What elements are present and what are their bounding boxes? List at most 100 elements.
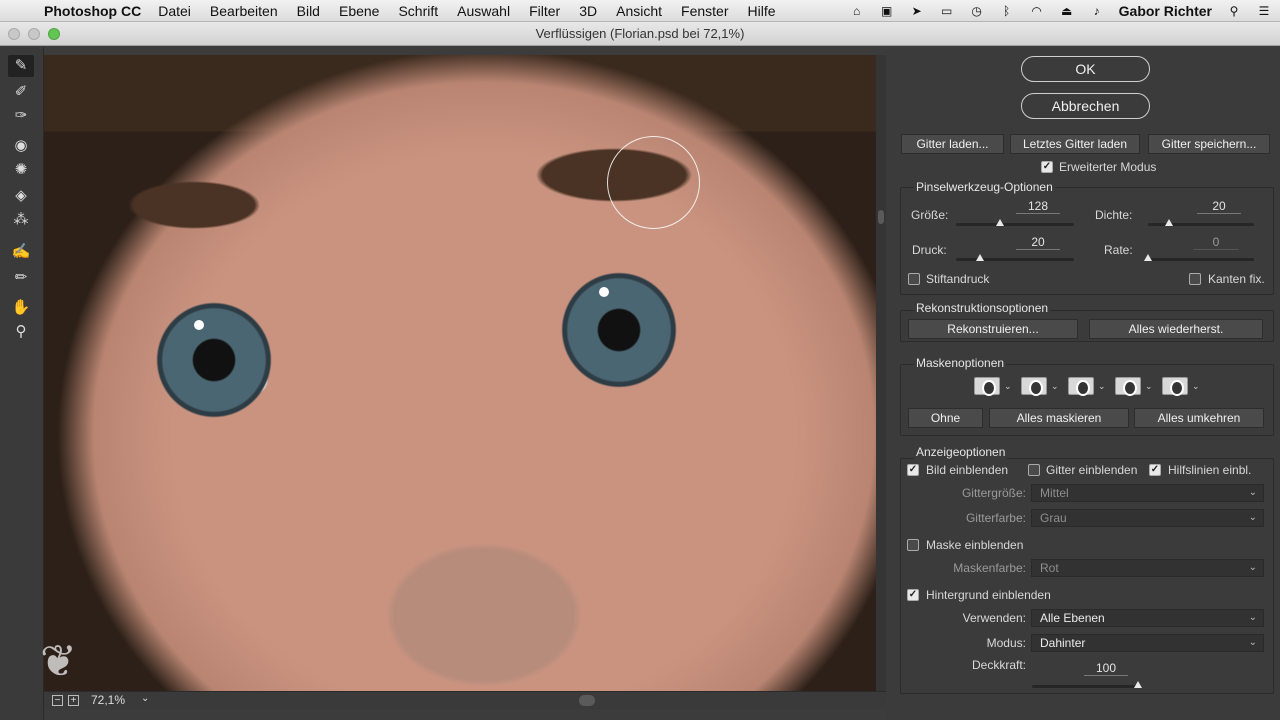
rate-value[interactable]: 0: [1194, 235, 1238, 250]
menu-schrift[interactable]: Schrift: [398, 3, 438, 19]
show-image-checkbox[interactable]: ✓: [907, 464, 919, 476]
chevron-down-icon[interactable]: ⌄: [1004, 381, 1012, 392]
menu-ansicht[interactable]: Ansicht: [616, 3, 662, 19]
menu-ebene[interactable]: Ebene: [339, 3, 379, 19]
eject-icon[interactable]: ⏏: [1059, 4, 1075, 18]
home-icon[interactable]: ⌂: [849, 4, 865, 18]
density-slider-knob[interactable]: [1165, 219, 1174, 226]
rate-slider[interactable]: [1144, 254, 1254, 261]
size-value[interactable]: 128: [1016, 199, 1060, 214]
rate-slider-knob[interactable]: [1144, 254, 1152, 261]
time-machine-icon[interactable]: ◷: [969, 4, 985, 18]
load-last-mesh-button[interactable]: Letztes Gitter laden: [1010, 134, 1140, 154]
smooth-tool-icon[interactable]: ✑: [8, 105, 34, 127]
push-left-tool-icon[interactable]: ⁂: [8, 209, 34, 231]
ok-button[interactable]: OK: [1021, 56, 1150, 82]
density-slider[interactable]: [1148, 219, 1254, 226]
menu-filter[interactable]: Filter: [529, 3, 560, 19]
opacity-slider-knob[interactable]: [1134, 681, 1142, 688]
arrow-icon[interactable]: ➤: [909, 4, 925, 18]
mesh-color-select[interactable]: Grau ⌄: [1031, 509, 1264, 527]
menu-app-name[interactable]: Photoshop CC: [44, 3, 141, 19]
left-eye-image: [154, 300, 274, 420]
mask-color-label: Maskenfarbe:: [953, 561, 1026, 575]
mask-intersect-icon[interactable]: [1115, 377, 1141, 396]
zoom-in-icon[interactable]: +: [68, 695, 79, 706]
bluetooth-icon[interactable]: ᛒ: [999, 4, 1015, 18]
pin-edges-checkbox[interactable]: [1189, 273, 1201, 285]
hand-tool-icon[interactable]: ✋: [8, 297, 34, 319]
show-mesh-checkbox[interactable]: [1028, 464, 1040, 476]
mask-invert-icon[interactable]: [1162, 377, 1188, 396]
pressure-slider-knob[interactable]: [975, 254, 984, 261]
mode-select[interactable]: Dahinter ⌄: [1031, 634, 1264, 652]
mask-none-button[interactable]: Ohne: [908, 408, 983, 428]
mask-color-select[interactable]: Rot ⌄: [1031, 559, 1264, 577]
zoom-out-icon[interactable]: −: [52, 695, 63, 706]
minimize-window-icon[interactable]: [28, 28, 40, 40]
search-icon[interactable]: ⚲: [1226, 4, 1242, 18]
wifi-icon[interactable]: ◠: [1029, 4, 1045, 18]
close-window-icon[interactable]: [8, 28, 20, 40]
mesh-size-select[interactable]: Mittel ⌄: [1031, 484, 1264, 502]
twirl-tool-icon[interactable]: ◉: [8, 135, 34, 157]
load-mesh-button[interactable]: Gitter laden...: [901, 134, 1004, 154]
mask-all-button[interactable]: Alles maskieren: [989, 408, 1129, 428]
show-mask-checkbox[interactable]: [907, 539, 919, 551]
chevron-down-icon[interactable]: ⌄: [1098, 381, 1106, 392]
menu-datei[interactable]: Datei: [158, 3, 191, 19]
zoom-level[interactable]: 72,1%: [91, 693, 125, 707]
chevron-down-icon[interactable]: ⌄: [141, 693, 149, 704]
mask-subtract-icon[interactable]: [1068, 377, 1094, 396]
use-select[interactable]: Alle Ebenen ⌄: [1031, 609, 1264, 627]
scrollbar-thumb[interactable]: [878, 210, 884, 224]
invert-all-button[interactable]: Alles umkehren: [1134, 408, 1264, 428]
advanced-mode-checkbox[interactable]: ✓: [1041, 161, 1053, 173]
save-mesh-button[interactable]: Gitter speichern...: [1148, 134, 1270, 154]
pucker-tool-icon[interactable]: ✺: [8, 159, 34, 181]
image-preview-canvas[interactable]: [44, 55, 876, 691]
menu-auswahl[interactable]: Auswahl: [457, 3, 510, 19]
volume-icon[interactable]: ♪: [1089, 4, 1105, 18]
horizontal-scroll-thumb[interactable]: [579, 695, 595, 706]
battery-icon[interactable]: ▭: [939, 4, 955, 18]
size-slider-knob[interactable]: [995, 219, 1004, 226]
show-backdrop-checkbox[interactable]: ✓: [907, 589, 919, 601]
display-icon[interactable]: ▣: [879, 4, 895, 18]
user-name[interactable]: Gabor Richter: [1119, 3, 1212, 19]
pressure-value[interactable]: 20: [1016, 235, 1060, 250]
pressure-slider[interactable]: [956, 254, 1074, 261]
opacity-slider[interactable]: [1032, 681, 1142, 688]
zoom-tool-icon[interactable]: ⚲: [8, 321, 34, 343]
size-slider[interactable]: [956, 219, 1074, 226]
reconstruct-button[interactable]: Rekonstruieren...: [908, 319, 1078, 339]
chevron-down-icon[interactable]: ⌄: [1192, 381, 1200, 392]
show-guides-checkbox[interactable]: ✓: [1149, 464, 1161, 476]
forward-warp-tool-icon[interactable]: ✎: [8, 55, 34, 77]
density-value[interactable]: 20: [1197, 199, 1241, 214]
menu-hilfe[interactable]: Hilfe: [748, 3, 776, 19]
thaw-mask-tool-icon[interactable]: ✏: [8, 267, 34, 289]
chevron-down-icon[interactable]: ⌄: [1145, 381, 1153, 392]
opacity-value[interactable]: 100: [1084, 661, 1128, 676]
use-value: Alle Ebenen: [1040, 611, 1105, 625]
advanced-mode-label: Erweiterter Modus: [1059, 160, 1157, 174]
list-icon[interactable]: ☰: [1256, 4, 1272, 18]
stylus-pressure-checkbox[interactable]: [908, 273, 920, 285]
zoom-window-icon[interactable]: [48, 28, 60, 40]
restore-all-button[interactable]: Alles wiederherst.: [1089, 319, 1263, 339]
menu-bearbeiten[interactable]: Bearbeiten: [210, 3, 278, 19]
menu-bild[interactable]: Bild: [297, 3, 320, 19]
freeze-mask-tool-icon[interactable]: ✍: [8, 241, 34, 263]
menu-3d[interactable]: 3D: [579, 3, 597, 19]
mask-color-value: Rot: [1040, 561, 1059, 575]
right-eye-image: [559, 270, 679, 390]
cancel-button[interactable]: Abbrechen: [1021, 93, 1150, 119]
bloat-tool-icon[interactable]: ◈: [8, 185, 34, 207]
chevron-down-icon[interactable]: ⌄: [1051, 381, 1059, 392]
mask-add-icon[interactable]: [1021, 377, 1047, 396]
vertical-scrollbar[interactable]: [876, 55, 886, 691]
menu-fenster[interactable]: Fenster: [681, 3, 728, 19]
reconstruct-tool-icon[interactable]: ✐: [8, 81, 34, 103]
mask-replace-icon[interactable]: [974, 377, 1000, 396]
